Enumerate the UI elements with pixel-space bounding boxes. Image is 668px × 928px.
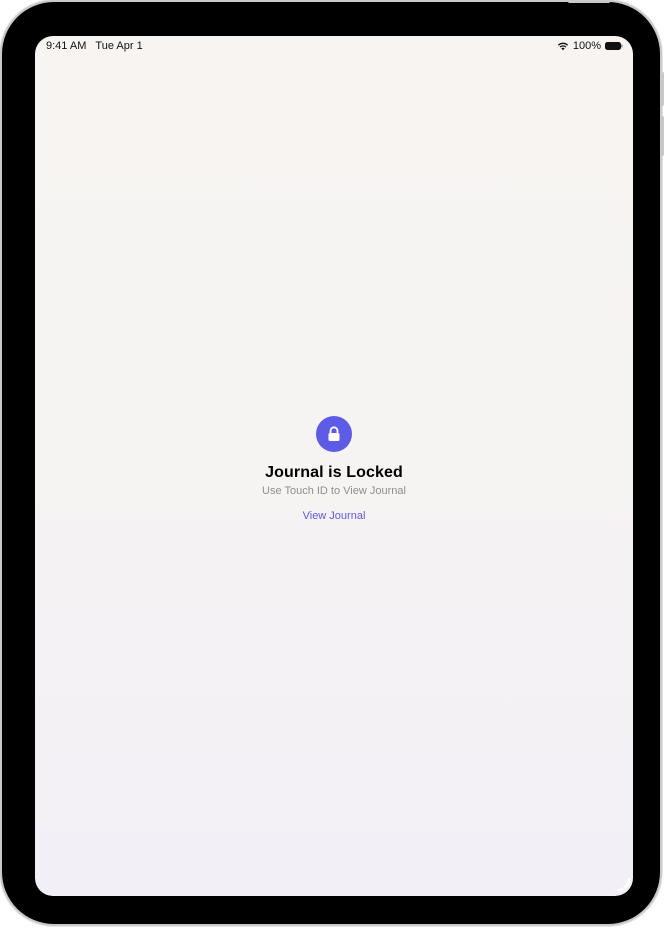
- view-journal-button[interactable]: View Journal: [303, 510, 366, 522]
- top-button: [568, 0, 610, 3]
- page-subtitle: Use Touch ID to View Journal: [262, 485, 406, 497]
- screen: 9:41 AM Tue Apr 1 100% Journal is Locked…: [35, 36, 633, 896]
- wifi-icon: [557, 42, 568, 51]
- lock-message: Journal is Locked Use Touch ID to View J…: [35, 416, 633, 524]
- status-left: 9:41 AM Tue Apr 1: [46, 40, 143, 52]
- status-time: 9:41 AM: [46, 40, 87, 52]
- lock-icon: [328, 426, 340, 441]
- lock-badge: [316, 416, 352, 452]
- status-bar: 9:41 AM Tue Apr 1 100%: [35, 36, 633, 56]
- battery-percentage: 100%: [572, 40, 601, 52]
- page-title: Journal is Locked: [265, 464, 403, 481]
- status-date: Tue Apr 1: [95, 40, 143, 52]
- volume-down-button: [661, 116, 664, 156]
- volume-up-button: [661, 72, 664, 106]
- ipad-frame: 9:41 AM Tue Apr 1 100% Journal is Locked…: [2, 2, 660, 924]
- corner-resize-icon: [616, 877, 631, 892]
- battery-icon: [605, 42, 623, 50]
- status-right: 100%: [557, 40, 623, 52]
